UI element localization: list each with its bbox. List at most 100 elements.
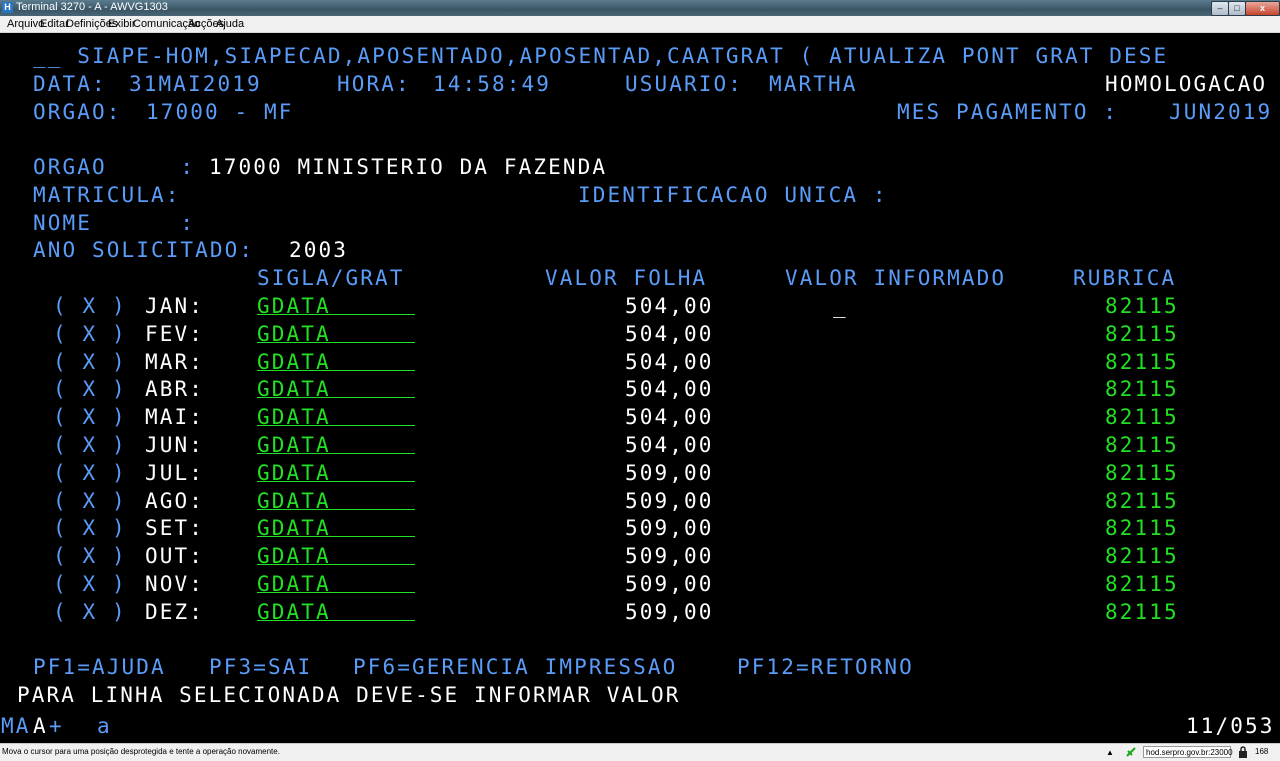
form-org-label: ORGAO :: [33, 155, 196, 179]
row-select-field[interactable]: ( X ): [53, 599, 127, 625]
org-label: ORGAO:: [33, 100, 122, 124]
row-valor-informado-field[interactable]: _: [833, 293, 848, 319]
row-sigla-field[interactable]: GDATA: [257, 571, 415, 596]
row-month-label: OUT:: [145, 544, 204, 568]
col-header-rubrica: RUBRICA: [1073, 266, 1177, 290]
pf6-key[interactable]: PF6=GERENCIA IMPRESSAO: [353, 654, 677, 680]
row-select-field[interactable]: ( X ): [53, 321, 127, 347]
oia-cursor-char: A: [33, 714, 48, 738]
name-label: NOME :: [33, 211, 196, 235]
row-month-label: JUN:: [145, 433, 204, 457]
row-select-field[interactable]: ( X ): [53, 488, 127, 514]
col-header-valor-informado: VALOR INFORMADO: [785, 266, 1007, 290]
row-valor-folha: 509,00: [625, 544, 714, 568]
menu-bar: Arquivo Editar Definições Exibir Comunic…: [0, 16, 1280, 33]
row-rubrica: 82115: [1105, 433, 1179, 457]
row-select-field[interactable]: ( X ): [53, 376, 127, 402]
row-select-field[interactable]: ( X ): [53, 571, 127, 597]
year-label: ANO SOLICITADO:: [33, 238, 255, 262]
row-sigla-field[interactable]: GDATA: [257, 404, 415, 429]
row-month-label: SET:: [145, 516, 204, 540]
col-header-sigla: SIGLA/GRAT: [257, 266, 405, 290]
row-month-label: NOV:: [145, 572, 204, 596]
row-select-field[interactable]: ( X ): [53, 404, 127, 430]
row-rubrica: 82115: [1105, 461, 1179, 485]
row-month-label: JAN:: [145, 294, 204, 318]
org-value: 17000 - MF: [146, 100, 294, 124]
row-select-field[interactable]: ( X ): [53, 543, 127, 569]
row-rubrica: 82115: [1105, 600, 1179, 624]
row-rubrica: 82115: [1105, 544, 1179, 568]
row-valor-folha: 504,00: [625, 377, 714, 401]
user-label: USUARIO:: [625, 72, 743, 96]
status-bar: Mova o cursor para uma posição desproteg…: [0, 743, 1280, 761]
menu-arquivo[interactable]: Arquivo: [7, 18, 44, 30]
row-sigla-field[interactable]: GDATA: [257, 321, 415, 346]
pf1-key[interactable]: PF1=AJUDA: [33, 654, 166, 680]
menu-exibir[interactable]: Exibir: [108, 18, 136, 30]
time-label: HORA:: [337, 72, 411, 96]
row-sigla-field[interactable]: GDATA: [257, 376, 415, 401]
row-sigla-field[interactable]: GDATA: [257, 488, 415, 513]
environment-label: HOMOLOGACAO: [1105, 72, 1268, 96]
row-rubrica: 82115: [1105, 377, 1179, 401]
row-valor-folha: 504,00: [625, 294, 714, 318]
row-rubrica: 82115: [1105, 572, 1179, 596]
menu-editar[interactable]: Editar: [40, 18, 69, 30]
row-valor-folha: 509,00: [625, 572, 714, 596]
oia-input-char: a: [97, 714, 112, 738]
row-valor-folha: 504,00: [625, 350, 714, 374]
time-value: 14:58:49: [433, 72, 551, 96]
menu-ajuda[interactable]: Ajuda: [216, 18, 244, 30]
row-month-label: AGO:: [145, 489, 204, 513]
row-sigla-field[interactable]: GDATA: [257, 349, 415, 374]
row-month-label: MAI:: [145, 405, 204, 429]
app-icon: H: [2, 2, 13, 13]
oia-plus: +: [49, 714, 64, 738]
row-select-field[interactable]: ( X ): [53, 460, 127, 486]
row-month-label: FEV:: [145, 322, 204, 346]
minimize-icon[interactable]: –: [1211, 1, 1229, 16]
payment-month-label: MES PAGAMENTO :: [897, 100, 1119, 124]
row-sigla-field[interactable]: GDATA: [257, 515, 415, 540]
window-titlebar: H Terminal 3270 - A - AWVG1303 – □ x: [0, 0, 1280, 16]
row-rubrica: 82115: [1105, 516, 1179, 540]
lock-icon: [1239, 746, 1247, 758]
row-valor-folha: 509,00: [625, 489, 714, 513]
scroll-up-icon[interactable]: ▲: [1106, 748, 1114, 757]
row-select-field[interactable]: ( X ): [53, 349, 127, 375]
operator-info-area: MA A + a 11/053: [0, 711, 1280, 743]
row-rubrica: 82115: [1105, 405, 1179, 429]
row-valor-folha: 504,00: [625, 405, 714, 429]
row-month-label: ABR:: [145, 377, 204, 401]
host-address: hod.serpro.gov.br:23000: [1143, 746, 1233, 758]
row-rubrica: 82115: [1105, 322, 1179, 346]
row-valor-folha: 504,00: [625, 322, 714, 346]
row-month-label: JUL:: [145, 461, 204, 485]
row-sigla-field[interactable]: GDATA: [257, 460, 415, 485]
row-sigla-field[interactable]: GDATA: [257, 432, 415, 457]
row-sigla-field[interactable]: GDATA: [257, 599, 415, 624]
row-rubrica: 82115: [1105, 294, 1179, 318]
form-org-value: 17000 MINISTERIO DA FAZENDA: [209, 155, 608, 179]
row-rubrica: 82115: [1105, 489, 1179, 513]
row-valor-folha: 504,00: [625, 433, 714, 457]
pf3-key[interactable]: PF3=SAI: [209, 654, 312, 680]
transaction-header: __ SIAPE-HOM,SIAPECAD,APOSENTADO,APOSENT…: [33, 44, 1169, 68]
user-value: MARTHA: [769, 72, 858, 96]
connection-icon: [1126, 747, 1136, 757]
maximize-icon[interactable]: □: [1228, 1, 1246, 16]
row-select-field[interactable]: ( X ): [53, 293, 127, 319]
terminal-screen[interactable]: __ SIAPE-HOM,SIAPECAD,APOSENTADO,APOSENT…: [0, 33, 1280, 709]
row-rubrica: 82115: [1105, 350, 1179, 374]
row-select-field[interactable]: ( X ): [53, 515, 127, 541]
row-valor-folha: 509,00: [625, 600, 714, 624]
row-valor-folha: 509,00: [625, 461, 714, 485]
row-select-field[interactable]: ( X ): [53, 432, 127, 458]
row-month-label: MAR:: [145, 350, 204, 374]
row-sigla-field[interactable]: GDATA: [257, 293, 415, 318]
date-label: DATA:: [33, 72, 107, 96]
pf12-key[interactable]: PF12=RETORNO: [737, 654, 914, 680]
close-icon[interactable]: x: [1245, 1, 1280, 16]
row-sigla-field[interactable]: GDATA: [257, 543, 415, 568]
